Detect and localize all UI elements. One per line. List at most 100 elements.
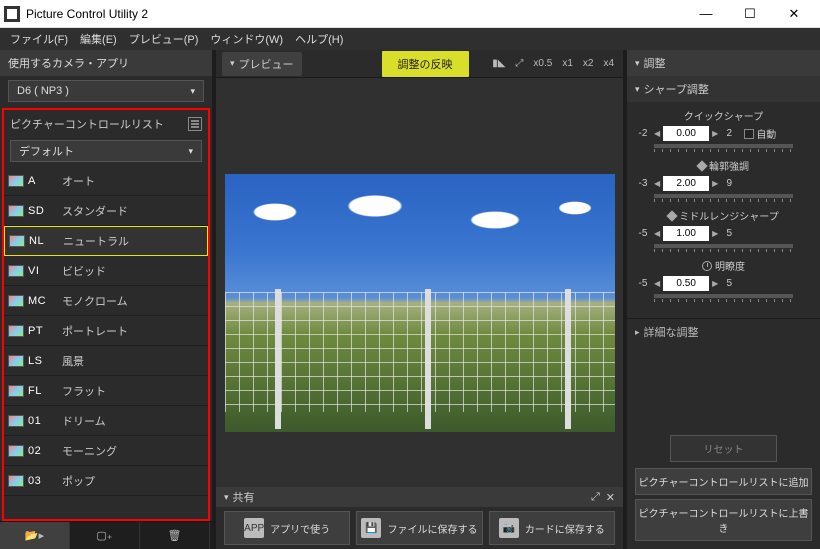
thumb-icon	[8, 415, 24, 427]
zoom-two[interactable]: x2	[580, 56, 597, 71]
right-panel: ▾ 調整 ▾ シャープ調整 クイックシャープ -2 ◀ 0.00 ▶ 2 自動	[627, 50, 820, 549]
tab-delete[interactable]: 🗑	[140, 522, 210, 549]
share-expand-icon[interactable]: ⤢	[591, 491, 600, 504]
list-view-icon[interactable]	[188, 117, 202, 131]
increment-icon[interactable]: ▶	[712, 229, 718, 238]
zoom-half[interactable]: x0.5	[530, 56, 555, 71]
apply-adjustments-button[interactable]: 調整の反映	[382, 51, 469, 77]
chevron-down-icon: ▾	[230, 58, 235, 69]
decrement-icon[interactable]: ◀	[654, 229, 660, 238]
zoom-one[interactable]: x1	[559, 56, 576, 71]
slider-midrange: ミドルレンジシャープ -5 ◀ 1.00 ▶ 5	[635, 208, 812, 248]
clarity-value[interactable]: 0.50	[663, 276, 709, 291]
share-file-button[interactable]: 💾 ファイルに保存する	[356, 511, 482, 545]
pcl-item-01[interactable]: 01ドリーム	[4, 406, 208, 436]
increment-icon[interactable]: ▶	[712, 129, 718, 138]
pcl-item-03[interactable]: 03ポップ	[4, 466, 208, 496]
left-panel: 使用するカメラ・アプリ D6 ( NP3 ) ▾ ピクチャーコントロールリスト …	[0, 50, 212, 549]
detailed-adjust-header[interactable]: ▸ 詳細な調整	[627, 318, 820, 345]
edge-value[interactable]: 2.00	[663, 176, 709, 191]
camera-app-value: D6 ( NP3 )	[17, 85, 69, 97]
menubar: ファイル(F) 編集(E) プレビュー(P) ウィンドウ(W) ヘルプ(H)	[0, 28, 820, 50]
share-close-icon[interactable]: ✕	[606, 491, 615, 504]
pcl-item-monochrome[interactable]: MCモノクローム	[4, 286, 208, 316]
menu-window[interactable]: ウィンドウ(W)	[204, 31, 289, 47]
preview-tab[interactable]: ▾ プレビュー	[222, 52, 302, 76]
diamond-icon	[667, 210, 678, 221]
decrement-icon[interactable]: ◀	[654, 129, 660, 138]
camera-app-header: 使用するカメラ・アプリ	[0, 50, 212, 76]
increment-icon[interactable]: ▶	[712, 279, 718, 288]
midrange-value[interactable]: 1.00	[663, 226, 709, 241]
sharp-header[interactable]: ▾ シャープ調整	[627, 76, 820, 102]
pcl-item-02[interactable]: 02モーニング	[4, 436, 208, 466]
app-icon	[4, 6, 20, 22]
chevron-down-icon: ▾	[635, 84, 640, 95]
midrange-slider[interactable]	[654, 244, 793, 248]
sharp-title: シャープ調整	[644, 81, 709, 97]
preview-area[interactable]	[216, 78, 623, 487]
decrement-icon[interactable]: ◀	[654, 179, 660, 188]
increment-icon[interactable]: ▶	[712, 179, 718, 188]
chevron-down-icon: ▾	[635, 58, 640, 69]
clock-icon	[702, 261, 712, 271]
thumb-icon	[8, 175, 24, 187]
titlebar: Picture Control Utility 2 — ☐ ✕	[0, 0, 820, 28]
thumb-icon	[8, 205, 24, 217]
share-header[interactable]: ▾ 共有 ⤢ ✕	[216, 487, 623, 507]
close-button[interactable]: ✕	[772, 0, 816, 28]
add-to-list-button[interactable]: ピクチャーコントロールリストに追加	[635, 468, 812, 495]
camera-app-label: 使用するカメラ・アプリ	[8, 55, 129, 71]
picture-control-list[interactable]: Aオート SDスタンダード NLニュートラル VIビビッド MCモノクローム P…	[4, 166, 208, 519]
minimize-button[interactable]: —	[684, 0, 728, 28]
menu-preview[interactable]: プレビュー(P)	[123, 31, 205, 47]
save-icon: 💾	[361, 518, 381, 538]
pcl-item-portrait[interactable]: PTポートレート	[4, 316, 208, 346]
thumb-icon	[8, 325, 24, 337]
histogram-icon[interactable]: ▮◣	[489, 56, 508, 71]
quick-value[interactable]: 0.00	[663, 126, 709, 141]
quick-slider[interactable]	[654, 144, 793, 148]
menu-edit[interactable]: 編集(E)	[74, 31, 123, 47]
slider-edge: 輪郭強調 -3 ◀ 2.00 ▶ 9	[635, 158, 812, 198]
fit-icon[interactable]: ⤢	[512, 56, 526, 71]
auto-checkbox[interactable]: 自動	[744, 126, 776, 141]
edge-slider[interactable]	[654, 194, 793, 198]
camera-icon: 📷	[499, 518, 519, 538]
menu-help[interactable]: ヘルプ(H)	[289, 31, 349, 47]
preview-toolbar: ▾ プレビュー 調整の反映 ▮◣ ⤢ x0.5 x1 x2 x4	[216, 50, 623, 78]
diamond-icon	[696, 160, 707, 171]
camera-app-dropdown[interactable]: D6 ( NP3 ) ▾	[8, 80, 204, 102]
reset-button[interactable]: リセット	[670, 435, 776, 462]
pcl-group-dropdown[interactable]: デフォルト ▾	[10, 140, 202, 162]
pcl-item-standard[interactable]: SDスタンダード	[4, 196, 208, 226]
new-icon: ▢₊	[96, 529, 112, 542]
pcl-item-neutral[interactable]: NLニュートラル	[4, 226, 208, 256]
tab-folder-open[interactable]: 📂▸	[0, 522, 70, 549]
tab-new[interactable]: ▢₊	[70, 522, 140, 549]
slider-quick-sharp: クイックシャープ -2 ◀ 0.00 ▶ 2 自動	[635, 108, 812, 148]
adjust-title: 調整	[644, 55, 666, 71]
pcl-item-auto[interactable]: Aオート	[4, 166, 208, 196]
share-app-button[interactable]: APP アプリで使う	[224, 511, 350, 545]
chevron-down-icon: ▾	[224, 492, 229, 503]
adjust-header[interactable]: ▾ 調整	[627, 50, 820, 76]
maximize-button[interactable]: ☐	[728, 0, 772, 28]
right-buttons: リセット ピクチャーコントロールリストに追加 ピクチャーコントロールリストに上書…	[627, 431, 820, 549]
folder-open-icon: 📂▸	[25, 529, 44, 542]
pcl-item-landscape[interactable]: LS風景	[4, 346, 208, 376]
pcl-item-flat[interactable]: FLフラット	[4, 376, 208, 406]
decrement-icon[interactable]: ◀	[654, 279, 660, 288]
pcl-group-value: デフォルト	[19, 143, 74, 159]
share-card-button[interactable]: 📷 カードに保存する	[489, 511, 615, 545]
zoom-four[interactable]: x4	[600, 56, 617, 71]
pcl-item-vivid[interactable]: VIビビッド	[4, 256, 208, 286]
clarity-slider[interactable]	[654, 294, 793, 298]
app-icon: APP	[244, 518, 264, 538]
preview-image	[225, 174, 615, 432]
overwrite-list-button[interactable]: ピクチャーコントロールリストに上書き	[635, 499, 812, 541]
menu-file[interactable]: ファイル(F)	[4, 31, 74, 47]
chevron-right-icon: ▸	[635, 327, 640, 338]
window-title: Picture Control Utility 2	[26, 7, 684, 21]
thumb-icon	[8, 385, 24, 397]
